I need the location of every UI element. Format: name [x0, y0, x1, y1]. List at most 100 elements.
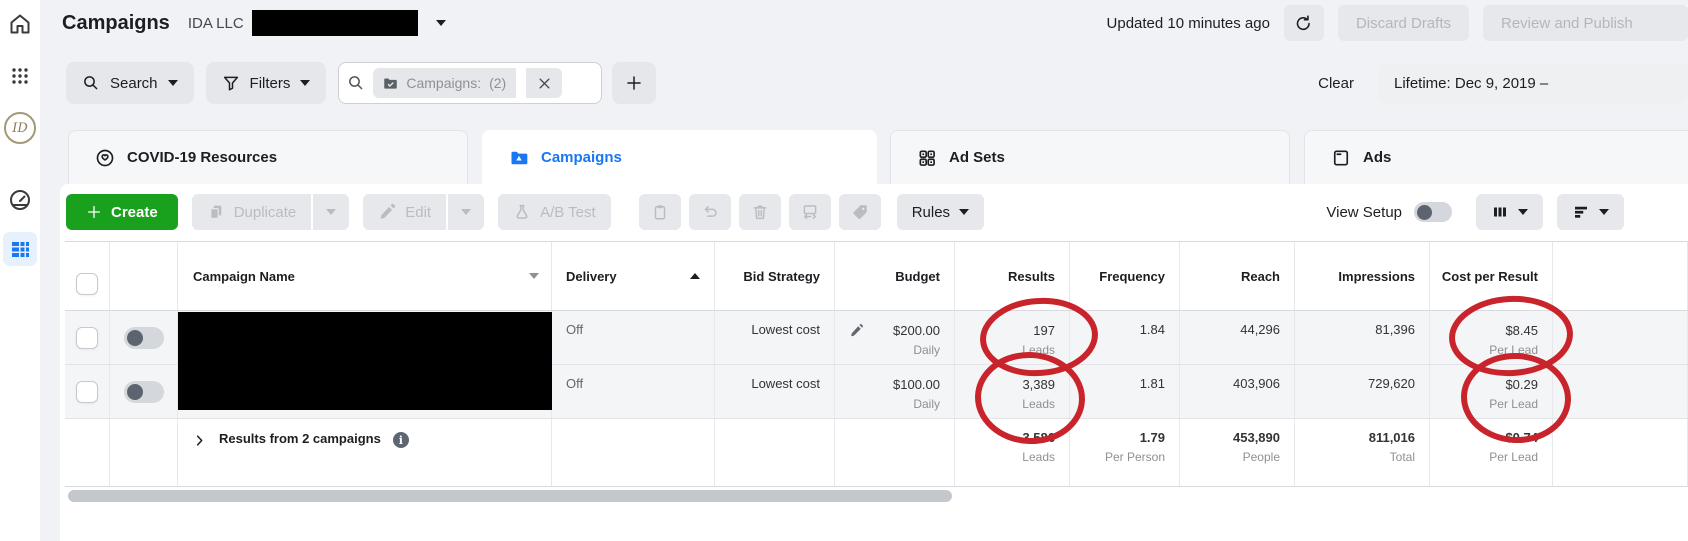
breakdown-button[interactable] [1557, 194, 1624, 230]
summary-label-cell: Results from 2 campaigns i [178, 419, 552, 486]
edit-button[interactable]: Edit [363, 194, 446, 230]
duplicate-options-button[interactable] [313, 194, 349, 230]
columns-button[interactable] [1476, 194, 1543, 230]
discard-drafts-button[interactable]: Discard Drafts [1338, 5, 1469, 41]
header-frequency-label: Frequency [1099, 269, 1165, 284]
date-range-button[interactable]: Lifetime: Dec 9, 2019 – [1378, 63, 1688, 103]
summary-results-cell: 3,586Leads [955, 419, 1070, 486]
budget-cell[interactable]: $200.00 Daily [835, 311, 955, 364]
caret-down-icon [168, 80, 178, 86]
summary-cost-per-result-cell: $0.74Per Lead [1430, 419, 1553, 486]
delivery-cell: Off [552, 365, 715, 418]
search-input[interactable]: Campaigns: (2) [338, 62, 602, 104]
export-arrows-button[interactable] [789, 194, 831, 230]
search-button[interactable]: Search [66, 62, 194, 104]
summary-label: Results from 2 campaigns [219, 431, 381, 446]
bid-strategy-cell: Lowest cost [715, 365, 835, 418]
tags-button[interactable] [839, 194, 881, 230]
ab-test-button-label: A/B Test [540, 204, 596, 221]
duplicate-icon [207, 203, 225, 221]
clear-filters-link[interactable]: Clear [1318, 75, 1354, 92]
header-cost-per-result-label: Cost per Result [1442, 269, 1538, 284]
edit-options-button[interactable] [448, 194, 484, 230]
caret-down-icon [326, 209, 336, 215]
header-bid-strategy[interactable]: Bid Strategy [715, 242, 835, 310]
apps-grid-icon[interactable] [6, 62, 34, 90]
plus-icon [86, 204, 102, 220]
duplicate-button-label: Duplicate [234, 204, 297, 221]
dashboard-gauge-icon[interactable] [6, 186, 34, 214]
header-cost-per-result[interactable]: Cost per Result [1430, 242, 1553, 310]
campaign-active-toggle[interactable] [124, 327, 164, 349]
row-checkbox[interactable] [76, 327, 98, 349]
info-icon[interactable]: i [393, 432, 409, 448]
header-impressions[interactable]: Impressions [1295, 242, 1430, 310]
summary-reach-cell: 453,890People [1180, 419, 1295, 486]
summary-delivery-cell [552, 419, 715, 486]
header-results[interactable]: Results [955, 242, 1070, 310]
delete-button[interactable] [739, 194, 781, 230]
budget-cell[interactable]: $100.00Daily [835, 365, 955, 418]
ads-manager-table-icon[interactable] [3, 232, 37, 266]
header-budget-label: Budget [895, 269, 940, 284]
header-campaign-name[interactable]: Campaign Name [178, 242, 552, 310]
heart-circle-icon [95, 148, 115, 168]
clipboard-icon [651, 203, 669, 221]
ad-sets-grid-icon [917, 148, 937, 168]
chevron-right-icon[interactable] [192, 433, 207, 448]
search-icon [347, 74, 365, 92]
header-reach[interactable]: Reach [1180, 242, 1295, 310]
remove-filter-button[interactable] [526, 68, 562, 98]
add-filter-button[interactable] [612, 62, 656, 104]
tab-campaigns[interactable]: Campaigns [482, 130, 877, 184]
filters-button[interactable]: Filters [206, 62, 327, 104]
account-dropdown-caret-icon[interactable] [436, 20, 446, 26]
create-button[interactable]: Create [66, 194, 178, 230]
select-all-checkbox[interactable] [76, 273, 98, 295]
row-checkbox[interactable] [76, 381, 98, 403]
funnel-icon [222, 74, 240, 92]
caret-down-icon [461, 209, 471, 215]
home-icon[interactable] [6, 10, 34, 38]
view-setup-toggle[interactable] [1414, 202, 1452, 222]
refresh-button[interactable] [1284, 5, 1324, 41]
duplicate-button[interactable]: Duplicate [192, 194, 312, 230]
ab-test-button[interactable]: A/B Test [498, 194, 611, 230]
filter-bar: Search Filters Campaigns: (2) Clear [40, 62, 1688, 104]
close-icon [537, 76, 552, 91]
rules-button[interactable]: Rules [897, 194, 984, 230]
account-avatar[interactable]: ID [4, 112, 36, 144]
horizontal-scrollbar[interactable] [68, 490, 952, 502]
header-frequency[interactable]: Frequency [1070, 242, 1180, 310]
tab-ad-sets[interactable]: Ad Sets [890, 130, 1290, 184]
header-budget[interactable]: Budget [835, 242, 955, 310]
filter-chip-count: (2) [489, 75, 506, 91]
toggle-knob [127, 330, 143, 346]
ads-page-icon [1331, 148, 1351, 168]
campaigns-filter-chip[interactable]: Campaigns: (2) [373, 68, 516, 98]
edit-button-label: Edit [405, 204, 431, 221]
edit-budget-pencil-icon[interactable] [849, 323, 864, 338]
extra-cell [1553, 365, 1688, 418]
review-publish-button[interactable]: Review and Publish [1483, 5, 1688, 41]
tab-ads[interactable]: Ads [1304, 130, 1688, 184]
undo-button[interactable] [689, 194, 731, 230]
tab-covid-resources[interactable]: COVID-19 Resources [68, 130, 468, 184]
results-cell: 3,389Leads [955, 365, 1070, 418]
swap-arrows-icon [801, 203, 819, 221]
reach-cell: 403,906 [1180, 365, 1295, 418]
summary-budget-cell [835, 419, 955, 486]
pencil-icon [378, 203, 396, 221]
summary-row: Results from 2 campaigns i 3,586Leads 1.… [65, 419, 1688, 487]
header-delivery[interactable]: Delivery [552, 242, 715, 310]
campaign-active-toggle[interactable] [124, 381, 164, 403]
toggle-knob [127, 384, 143, 400]
header-reach-label: Reach [1241, 269, 1280, 284]
extra-cell [1553, 311, 1688, 364]
row-toggle-cell [110, 311, 178, 364]
header-delivery-label: Delivery [566, 269, 617, 284]
filter-chip-label: Campaigns: [406, 75, 481, 91]
paste-button[interactable] [639, 194, 681, 230]
row-checkbox-cell [65, 311, 110, 364]
rules-button-label: Rules [912, 204, 950, 221]
